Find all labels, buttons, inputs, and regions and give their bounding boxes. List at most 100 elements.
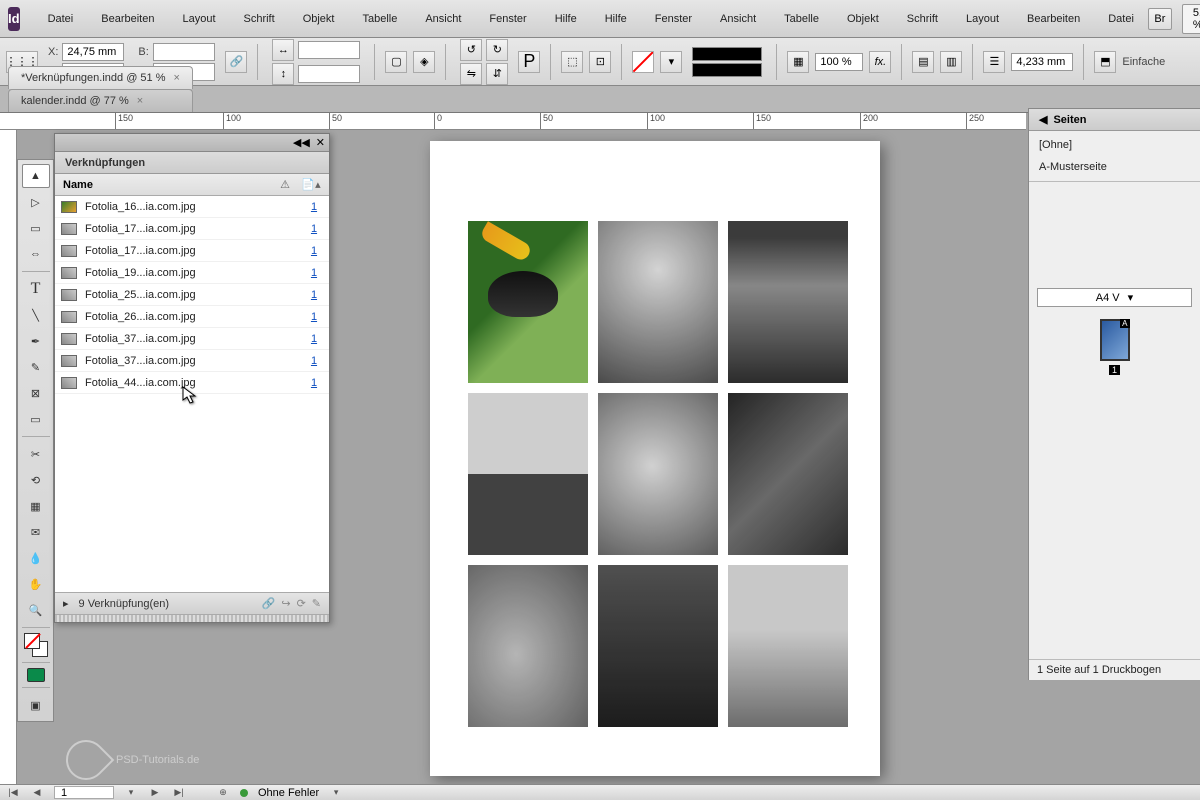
pen-tool[interactable]: ✒: [22, 329, 50, 353]
link-page[interactable]: 1: [305, 223, 323, 235]
view-mode[interactable]: ▣: [22, 693, 50, 717]
selection-tool[interactable]: ▲: [22, 164, 50, 188]
preflight-dropdown[interactable]: ▾: [329, 787, 343, 799]
menu-item-hilfe[interactable]: Hilfe: [541, 7, 591, 31]
link-page[interactable]: 1: [305, 245, 323, 257]
constrain-icon[interactable]: 🔗: [225, 51, 247, 73]
menu-item-tabelle[interactable]: Tabelle: [348, 7, 411, 31]
close-icon[interactable]: ✕: [316, 136, 325, 149]
rectangle-tool[interactable]: ▭: [22, 407, 50, 431]
panel-header[interactable]: ◀◀ ✕: [55, 134, 329, 152]
page-thumbnail[interactable]: A: [1100, 319, 1130, 361]
corner-icon[interactable]: ⬒: [1094, 51, 1116, 73]
panel-resize-grip[interactable]: [55, 614, 329, 622]
placed-image[interactable]: [468, 565, 588, 727]
open-icon[interactable]: ⊕: [216, 787, 230, 799]
flip-h-icon[interactable]: ⇋: [460, 63, 482, 85]
placed-image[interactable]: [728, 221, 848, 383]
direct-selection-tool[interactable]: ▷: [22, 190, 50, 214]
document-page[interactable]: [430, 141, 880, 776]
page-field[interactable]: 1: [54, 786, 114, 799]
menu-item-datei[interactable]: Datei: [1094, 7, 1148, 31]
link-row[interactable]: Fotolia_17...ia.com.jpg1: [55, 218, 329, 240]
placed-image[interactable]: [468, 221, 588, 383]
menu-item-bearbeiten[interactable]: Bearbeiten: [87, 7, 168, 31]
master-a[interactable]: A-Musterseite: [1039, 161, 1190, 173]
preflight-status[interactable]: Ohne Fehler: [258, 787, 319, 799]
note-tool[interactable]: ✉: [22, 520, 50, 544]
update-link-icon[interactable]: ⟳: [297, 597, 306, 610]
collapse-icon[interactable]: ◀◀: [293, 136, 310, 149]
links-list[interactable]: Fotolia_16...ia.com.jpg1Fotolia_17...ia.…: [55, 196, 329, 592]
link-row[interactable]: Fotolia_17...ia.com.jpg1: [55, 240, 329, 262]
link-row[interactable]: Fotolia_44...ia.com.jpg1: [55, 372, 329, 394]
link-page[interactable]: 1: [305, 201, 323, 213]
zoom-tool[interactable]: 🔍: [22, 598, 50, 622]
goto-link-icon[interactable]: ↪: [281, 597, 290, 610]
master-none[interactable]: [Ohne]: [1039, 139, 1190, 151]
menu-item-objekt[interactable]: Objekt: [833, 7, 893, 31]
rotate-ccw-icon[interactable]: ↺: [460, 39, 482, 61]
link-page[interactable]: 1: [305, 311, 323, 323]
text-wrap-1[interactable]: ▤: [912, 51, 934, 73]
flip-v-icon[interactable]: ⇵: [486, 63, 508, 85]
menu-item-fenster[interactable]: Fenster: [475, 7, 540, 31]
menu-item-ansicht[interactable]: Ansicht: [411, 7, 475, 31]
col-status-header[interactable]: ⚠: [275, 178, 295, 191]
menu-item-fenster[interactable]: Fenster: [641, 7, 706, 31]
menu-item-ansicht[interactable]: Ansicht: [706, 7, 770, 31]
placed-image[interactable]: [598, 221, 718, 383]
prev-page-button[interactable]: ◀: [30, 787, 44, 799]
stroke-style[interactable]: [692, 47, 762, 61]
link-page[interactable]: 1: [305, 267, 323, 279]
last-page-button[interactable]: ▶|: [172, 787, 186, 799]
opacity-input[interactable]: 100 %: [815, 53, 863, 71]
w-input[interactable]: [153, 43, 215, 61]
select-container-icon[interactable]: ⬚: [561, 51, 583, 73]
document-tab[interactable]: kalender.indd @ 77 %×: [8, 89, 193, 112]
document-tab[interactable]: *Verknüpfungen.indd @ 51 %×: [8, 66, 193, 89]
link-row[interactable]: Fotolia_37...ia.com.jpg1: [55, 350, 329, 372]
effects-icon[interactable]: fx.: [869, 51, 891, 73]
relink-icon[interactable]: 🔗: [262, 597, 276, 610]
type-tool[interactable]: T: [22, 277, 50, 301]
placed-image[interactable]: [598, 565, 718, 727]
fill-stroke-swatch[interactable]: [24, 633, 48, 657]
placed-image[interactable]: [598, 393, 718, 555]
col-page-header[interactable]: 📄▴: [301, 178, 321, 191]
link-row[interactable]: Fotolia_37...ia.com.jpg1: [55, 328, 329, 350]
rectangle-frame-tool[interactable]: ⊠: [22, 381, 50, 405]
menu-item-bearbeiten[interactable]: Bearbeiten: [1013, 7, 1094, 31]
page-dropdown[interactable]: ▾: [124, 787, 138, 799]
link-page[interactable]: 1: [305, 377, 323, 389]
stroke-weight-input[interactable]: 4,233 mm: [1011, 53, 1073, 71]
menu-item-datei[interactable]: Datei: [34, 7, 88, 31]
placed-image[interactable]: [728, 393, 848, 555]
menu-item-schrift[interactable]: Schrift: [893, 7, 952, 31]
menu-item-layout[interactable]: Layout: [952, 7, 1013, 31]
edit-original-icon[interactable]: ✎: [312, 597, 321, 610]
close-icon[interactable]: ×: [137, 95, 143, 107]
panel-tab[interactable]: Verknüpfungen: [55, 152, 329, 174]
link-row[interactable]: Fotolia_16...ia.com.jpg1: [55, 196, 329, 218]
expand-icon[interactable]: ▸: [63, 597, 69, 610]
free-transform-tool[interactable]: ⟲: [22, 468, 50, 492]
link-row[interactable]: Fotolia_19...ia.com.jpg1: [55, 262, 329, 284]
select-content-icon[interactable]: ⊡: [589, 51, 611, 73]
content-icon[interactable]: ◈: [413, 51, 435, 73]
fill-swatch[interactable]: [632, 51, 654, 73]
menu-item-layout[interactable]: Layout: [168, 7, 229, 31]
stroke-style-2[interactable]: [692, 63, 762, 77]
link-page[interactable]: 1: [305, 355, 323, 367]
pages-tab[interactable]: ◀Seiten: [1029, 109, 1200, 131]
scissors-tool[interactable]: ✂: [22, 442, 50, 466]
first-page-button[interactable]: |◀: [6, 787, 20, 799]
link-row[interactable]: Fotolia_25...ia.com.jpg1: [55, 284, 329, 306]
scale-y-input[interactable]: [298, 65, 360, 83]
close-icon[interactable]: ×: [174, 72, 180, 84]
zoom-level[interactable]: 51 %▾: [1182, 4, 1200, 34]
text-wrap-2[interactable]: ▥: [940, 51, 962, 73]
fill-dropdown[interactable]: ▾: [660, 51, 682, 73]
line-tool[interactable]: ╲: [22, 303, 50, 327]
next-page-button[interactable]: ▶: [148, 787, 162, 799]
